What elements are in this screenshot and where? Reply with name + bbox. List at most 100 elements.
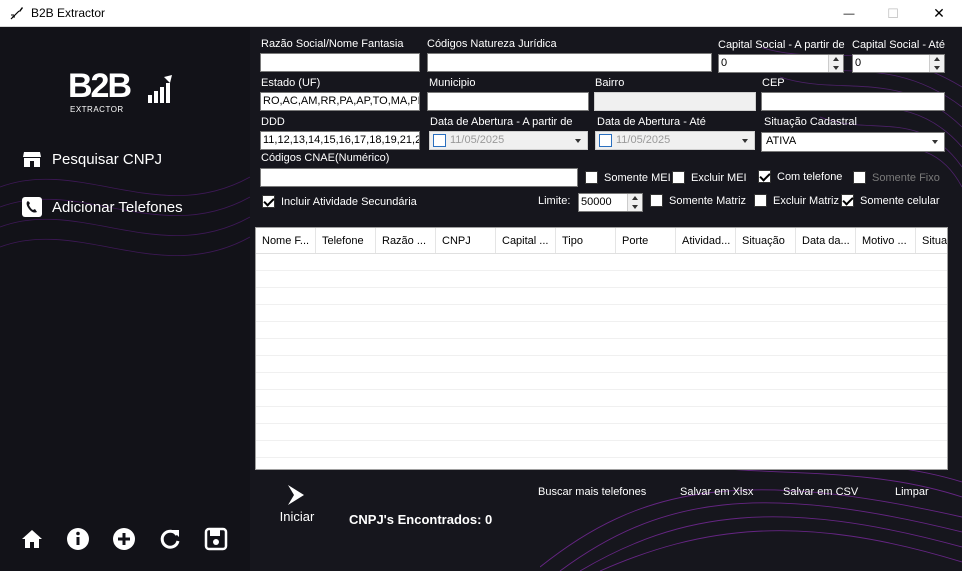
table-row (256, 373, 947, 390)
column-header[interactable]: Nome F... (256, 228, 316, 253)
column-header[interactable]: CNPJ (436, 228, 496, 253)
app-icon (10, 7, 23, 20)
calendar-dropdown-icon[interactable] (737, 132, 754, 149)
somente-mei-checkbox[interactable]: Somente MEI (585, 171, 671, 184)
capital-de-label: Capital Social - A partir de (718, 39, 845, 51)
razao-social-input[interactable] (260, 53, 420, 72)
checkbox-box[interactable] (650, 194, 663, 207)
maximize-button[interactable]: ☐ (870, 0, 916, 27)
checkbox-label: Somente MEI (604, 171, 671, 184)
checkbox-box[interactable] (853, 171, 866, 184)
somente-fixo-checkbox[interactable]: Somente Fixo (853, 171, 940, 184)
checkbox-box[interactable] (262, 195, 275, 208)
checkbox-box[interactable] (585, 171, 598, 184)
limite-stepper[interactable]: 50000 (578, 193, 643, 212)
checkbox-label: Incluir Atividade Secundária (281, 195, 417, 208)
column-header[interactable]: Tipo (556, 228, 616, 253)
salvar-xlsx-button[interactable]: Salvar em Xlsx (680, 486, 753, 498)
ddd-input[interactable]: 11,12,13,14,15,16,17,18,19,21,2 (260, 131, 420, 150)
sidebar-item-pesquisar-cnpj[interactable]: Pesquisar CNPJ (22, 149, 162, 169)
table-body (256, 254, 947, 458)
checkbox-box[interactable] (841, 194, 854, 207)
logo-subtext: EXTRACTOR (70, 105, 124, 114)
checkbox-label: Excluir Matriz (773, 194, 840, 207)
column-header[interactable]: Razão ... (376, 228, 436, 253)
incluir-secundaria-checkbox[interactable]: Incluir Atividade Secundária (262, 195, 417, 208)
close-button[interactable]: ✕ (916, 0, 962, 27)
abertura-ate-datepicker[interactable]: 11/05/2025 (595, 131, 755, 150)
limite-label: Limite: (538, 195, 571, 207)
checkbox-label: Somente celular (860, 194, 940, 207)
capital-ate-stepper[interactable]: 0 (852, 54, 945, 73)
bairro-input[interactable] (594, 92, 756, 111)
date-enable-checkbox[interactable] (433, 134, 446, 147)
abertura-de-value: 11/05/2025 (450, 134, 505, 146)
somente-matriz-checkbox[interactable]: Somente Matriz (650, 194, 746, 207)
cnae-input[interactable] (260, 168, 578, 187)
logo-text: B2B (68, 67, 132, 105)
ddd-label: DDD (261, 116, 285, 128)
checkbox-box[interactable] (758, 170, 771, 183)
cep-input[interactable] (761, 92, 945, 111)
info-icon[interactable] (66, 527, 90, 551)
salvar-csv-button[interactable]: Salvar em CSV (783, 486, 858, 498)
abertura-de-label: Data de Abertura - A partir de (430, 116, 573, 128)
table-row (256, 407, 947, 424)
capital-de-stepper[interactable]: 0 (718, 54, 844, 73)
column-header[interactable]: Data da... (796, 228, 856, 253)
capital-ate-label: Capital Social - Até (852, 39, 945, 51)
spinner-arrows-icon[interactable] (828, 55, 843, 72)
buscar-telefones-button[interactable]: Buscar mais telefones (538, 486, 646, 498)
spinner-arrows-icon[interactable] (929, 55, 944, 72)
refresh-icon[interactable] (158, 527, 182, 551)
limpar-button[interactable]: Limpar (895, 486, 929, 498)
column-header[interactable]: Telefone (316, 228, 376, 253)
natureza-juridica-label: Códigos Natureza Jurídica (427, 38, 557, 50)
table-header: Nome F... Telefone Razão ... CNPJ Capital ..… (256, 228, 947, 254)
column-header[interactable]: Situação (736, 228, 796, 253)
column-header[interactable]: Motivo ... (856, 228, 916, 253)
chevron-down-icon[interactable] (927, 133, 944, 150)
checkbox-box[interactable] (754, 194, 767, 207)
checkbox-box[interactable] (672, 171, 685, 184)
excluir-mei-checkbox[interactable]: Excluir MEI (672, 171, 747, 184)
municipio-label: Municipio (429, 77, 476, 89)
table-row (256, 390, 947, 407)
excluir-matriz-checkbox[interactable]: Excluir Matriz (754, 194, 839, 207)
com-telefone-checkbox[interactable]: Com telefone (758, 170, 842, 183)
natureza-juridica-input[interactable] (427, 53, 712, 72)
home-icon[interactable] (20, 527, 44, 551)
results-table[interactable]: Nome F... Telefone Razão ... CNPJ Capital ..… (255, 227, 948, 470)
estado-label: Estado (UF) (261, 77, 321, 89)
column-header[interactable]: Capital ... (496, 228, 556, 253)
minimize-button[interactable]: — (826, 0, 872, 27)
main-window: B2B EXTRACTOR Pesquisar CNPJ Adicionar T… (0, 27, 962, 571)
close-icon: ✕ (933, 5, 945, 21)
somente-celular-checkbox[interactable]: Somente celular (841, 194, 940, 207)
column-header[interactable]: Atividad... (676, 228, 736, 253)
bottom-toolbar (20, 527, 250, 551)
calendar-dropdown-icon[interactable] (570, 132, 587, 149)
add-icon[interactable] (112, 527, 136, 551)
column-header[interactable]: Porte (616, 228, 676, 253)
municipio-input[interactable] (427, 92, 589, 111)
iniciar-button[interactable]: Iniciar (273, 483, 321, 524)
sidebar: B2B EXTRACTOR Pesquisar CNPJ Adicionar T… (0, 27, 250, 571)
sidebar-swirl (0, 176, 250, 257)
abertura-ate-label: Data de Abertura - Até (597, 116, 706, 128)
window-title: B2B Extractor (31, 6, 106, 20)
capital-de-value: 0 (721, 57, 728, 69)
situacao-select[interactable]: ATIVA (761, 132, 945, 152)
abertura-de-datepicker[interactable]: 11/05/2025 (429, 131, 588, 150)
sidebar-item-adicionar-telefones[interactable]: Adicionar Telefones (22, 197, 183, 217)
checkbox-label: Com telefone (777, 170, 843, 183)
capital-ate-value: 0 (855, 57, 862, 69)
date-enable-checkbox[interactable] (599, 134, 612, 147)
spinner-arrows-icon[interactable] (627, 194, 642, 211)
estado-input[interactable]: RO,AC,AM,RR,PA,AP,TO,MA,PI (260, 92, 420, 111)
play-icon (288, 485, 304, 505)
table-row (256, 305, 947, 322)
bar-chart-icon (148, 75, 172, 103)
column-header[interactable]: Situaç (916, 228, 947, 253)
save-icon[interactable] (204, 527, 228, 551)
